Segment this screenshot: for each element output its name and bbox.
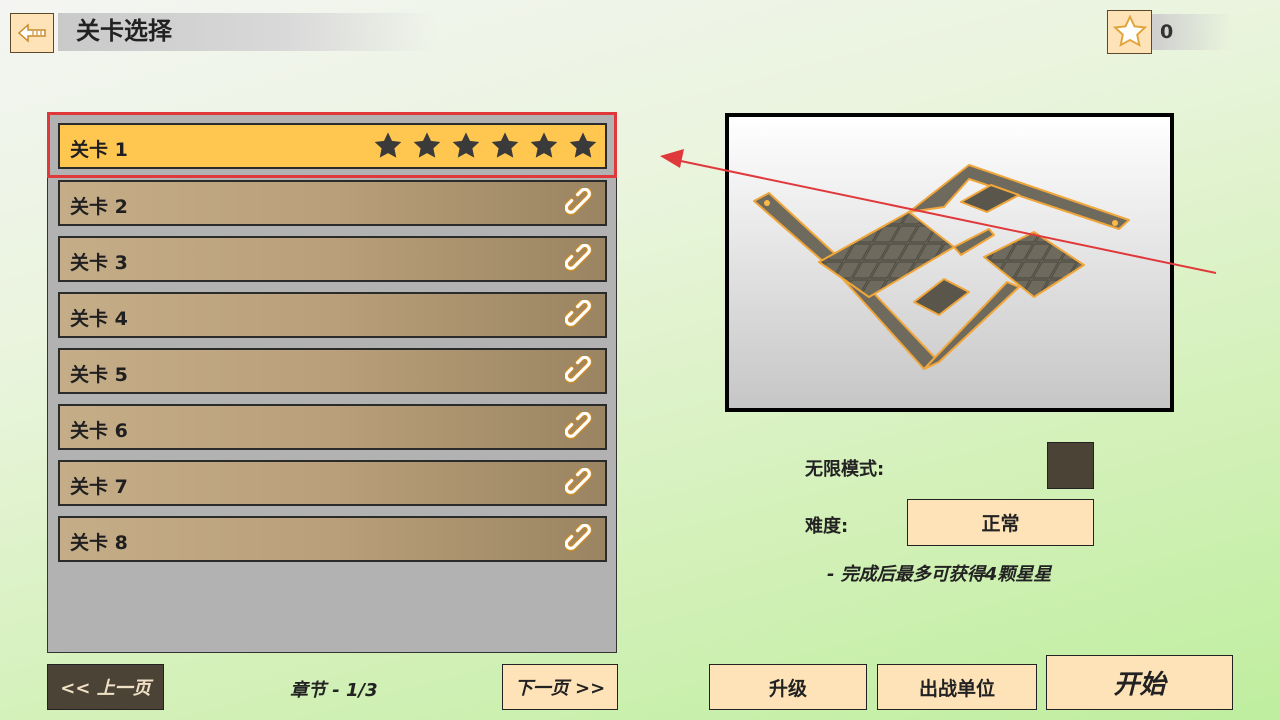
difficulty-hint: - 完成后最多可获得4颗星星 [827,564,1052,585]
chain-link-icon [565,188,593,216]
start-button[interactable]: 开始 [1046,655,1233,710]
chain-link-icon [565,244,593,272]
page-title: 关卡选择 [76,17,172,45]
level-label: 关卡 5 [70,364,128,386]
level-preview-image [725,113,1174,412]
level-label: 关卡 2 [70,196,128,218]
chain-link-icon [565,356,593,384]
star-icon [1112,14,1147,47]
level-label: 关卡 8 [70,532,128,554]
level-label: 关卡 4 [70,308,128,330]
chain-link-icon [565,524,593,552]
deploy-units-button[interactable]: 出战单位 [877,664,1037,710]
level-label: 关卡 3 [70,252,128,274]
endless-mode-label: 无限模式: [805,459,885,480]
level-row-4[interactable]: 关卡 4 [58,292,607,338]
chain-link-icon [565,300,593,328]
level-row-6[interactable]: 关卡 6 [58,404,607,450]
difficulty-button[interactable]: 正常 [907,499,1094,546]
upgrade-button[interactable]: 升级 [709,664,867,710]
level-row-3[interactable]: 关卡 3 [58,236,607,282]
back-button[interactable] [10,13,54,53]
level-row-5[interactable]: 关卡 5 [58,348,607,394]
level-row-8[interactable]: 关卡 8 [58,516,607,562]
level-row-2[interactable]: 关卡 2 [58,180,607,226]
level-label: 关卡 6 [70,420,128,442]
endless-mode-toggle[interactable] [1047,442,1094,489]
back-arrow-icon [17,23,46,43]
star-count: 0 [1160,21,1174,43]
difficulty-label: 难度: [805,516,849,537]
prev-page-button[interactable]: << 上一页 [47,664,164,710]
chapter-indicator: 章节 - 1/3 [290,680,378,701]
level-row-7[interactable]: 关卡 7 [58,460,607,506]
chain-link-icon [565,412,593,440]
next-page-button[interactable]: 下一页 >> [502,664,618,710]
chain-link-icon [565,468,593,496]
star-total-badge [1107,10,1152,54]
selection-highlight-box [47,112,617,178]
level-label: 关卡 7 [70,476,128,498]
